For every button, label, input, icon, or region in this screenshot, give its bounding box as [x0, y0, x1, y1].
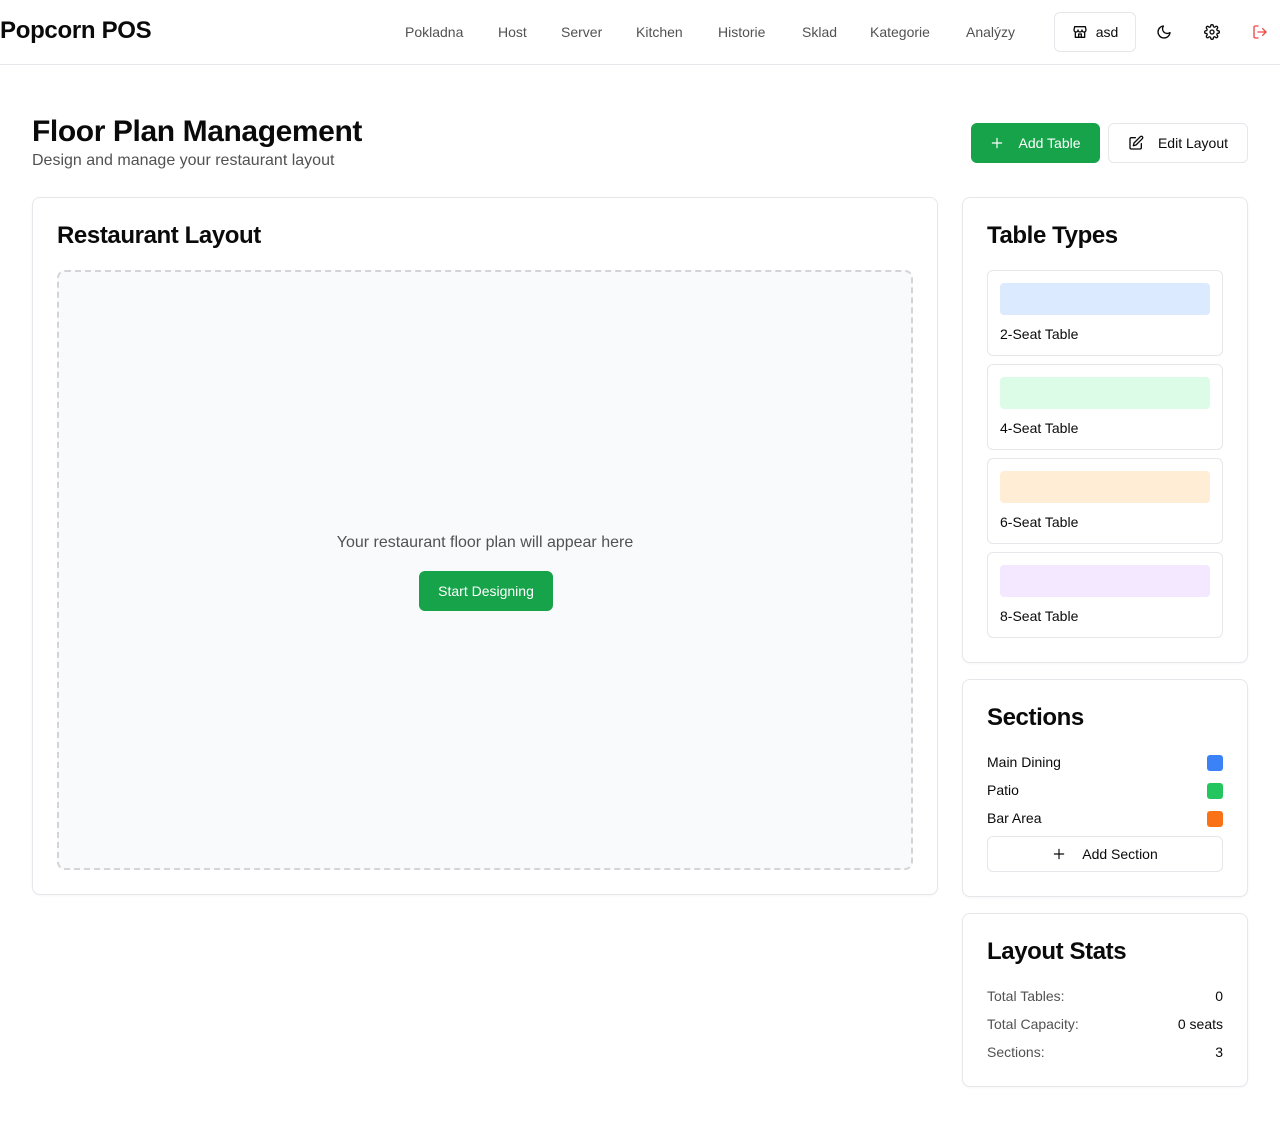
- section-item-main-dining[interactable]: Main Dining: [987, 754, 1223, 774]
- stat-value: 0: [1215, 988, 1223, 1004]
- settings-button[interactable]: [1200, 20, 1224, 44]
- store-label: asd: [1095, 24, 1119, 40]
- stat-label: Sections:: [987, 1044, 1045, 1060]
- logout-icon: [1252, 24, 1268, 40]
- floor-plan-canvas[interactable]: Your restaurant floor plan will appear h…: [57, 270, 913, 870]
- nav-link-server[interactable]: Server: [561, 24, 602, 40]
- section-item-bar-area[interactable]: Bar Area: [987, 810, 1223, 830]
- table-type-6-seat[interactable]: 6-Seat Table: [987, 458, 1223, 544]
- store-icon: [1072, 24, 1088, 40]
- nav-link-analyzy[interactable]: Analýzy: [966, 24, 1015, 40]
- table-type-4-seat[interactable]: 4-Seat Table: [987, 364, 1223, 450]
- page-title: Floor Plan Management: [32, 115, 362, 148]
- nav-link-host[interactable]: Host: [498, 24, 527, 40]
- stat-label: Total Tables:: [987, 988, 1065, 1004]
- nav-link-kitchen[interactable]: Kitchen: [636, 24, 683, 40]
- start-designing-button[interactable]: Start Designing: [419, 571, 553, 611]
- stat-value: 0 seats: [1177, 1016, 1223, 1032]
- layout-stats-card: Layout Stats Total Tables: 0 Total Capac…: [962, 913, 1248, 1087]
- section-color-swatch: [1207, 811, 1223, 827]
- add-table-button[interactable]: Add Table: [971, 123, 1100, 163]
- stat-value: 3: [1215, 1044, 1223, 1060]
- nav-link-sklad[interactable]: Sklad: [802, 24, 837, 40]
- table-type-label: 2-Seat Table: [1000, 326, 1079, 342]
- plus-icon: [1052, 847, 1066, 861]
- table-type-8-seat[interactable]: 8-Seat Table: [987, 552, 1223, 638]
- restaurant-layout-card: Restaurant Layout Your restaurant floor …: [32, 197, 938, 895]
- table-type-swatch: [1000, 471, 1210, 503]
- gear-icon: [1204, 24, 1220, 40]
- table-types-title: Table Types: [987, 222, 1118, 249]
- table-type-label: 4-Seat Table: [1000, 420, 1079, 436]
- layout-stats-title: Layout Stats: [987, 938, 1127, 965]
- add-section-button[interactable]: Add Section: [987, 836, 1223, 872]
- moon-icon: [1156, 24, 1172, 40]
- stat-row-sections: Sections: 3: [987, 1044, 1223, 1064]
- sections-title: Sections: [987, 704, 1084, 731]
- nav-link-pokladna[interactable]: Pokladna: [405, 24, 463, 40]
- stat-row-total-tables: Total Tables: 0: [987, 988, 1223, 1008]
- section-item-patio[interactable]: Patio: [987, 782, 1223, 802]
- section-color-swatch: [1207, 755, 1223, 771]
- theme-toggle-button[interactable]: [1152, 20, 1176, 44]
- nav-link-kategorie[interactable]: Kategorie: [870, 24, 930, 40]
- section-color-swatch: [1207, 783, 1223, 799]
- stat-row-total-capacity: Total Capacity: 0 seats: [987, 1016, 1223, 1036]
- stat-label: Total Capacity:: [987, 1016, 1079, 1032]
- table-type-swatch: [1000, 283, 1210, 315]
- edit-layout-button[interactable]: Edit Layout: [1108, 123, 1248, 163]
- section-label: Patio: [987, 782, 1019, 798]
- edit-icon: [1128, 135, 1144, 151]
- table-type-2-seat[interactable]: 2-Seat Table: [987, 270, 1223, 356]
- empty-floor-plan-text: Your restaurant floor plan will appear h…: [336, 534, 634, 551]
- top-navbar: Popcorn POS Pokladna Host Server Kitchen…: [0, 0, 1280, 65]
- table-type-label: 6-Seat Table: [1000, 514, 1079, 530]
- plus-icon: [990, 136, 1004, 150]
- logout-button[interactable]: [1248, 20, 1272, 44]
- page-subtitle: Design and manage your restaurant layout: [32, 152, 335, 169]
- add-section-label: Add Section: [1082, 846, 1158, 862]
- restaurant-layout-title: Restaurant Layout: [57, 222, 261, 249]
- section-label: Bar Area: [987, 810, 1042, 826]
- table-types-card: Table Types 2-Seat Table 4-Seat Table 6-…: [962, 197, 1248, 663]
- section-label: Main Dining: [987, 754, 1061, 770]
- store-selector-button[interactable]: asd: [1054, 12, 1136, 52]
- edit-layout-label: Edit Layout: [1157, 135, 1229, 151]
- table-type-swatch: [1000, 377, 1210, 409]
- nav-link-historie[interactable]: Historie: [718, 24, 765, 40]
- table-type-label: 8-Seat Table: [1000, 608, 1079, 624]
- add-table-label: Add Table: [1018, 135, 1081, 151]
- table-type-swatch: [1000, 565, 1210, 597]
- sections-card: Sections Main Dining Patio Bar Area Add …: [962, 679, 1248, 897]
